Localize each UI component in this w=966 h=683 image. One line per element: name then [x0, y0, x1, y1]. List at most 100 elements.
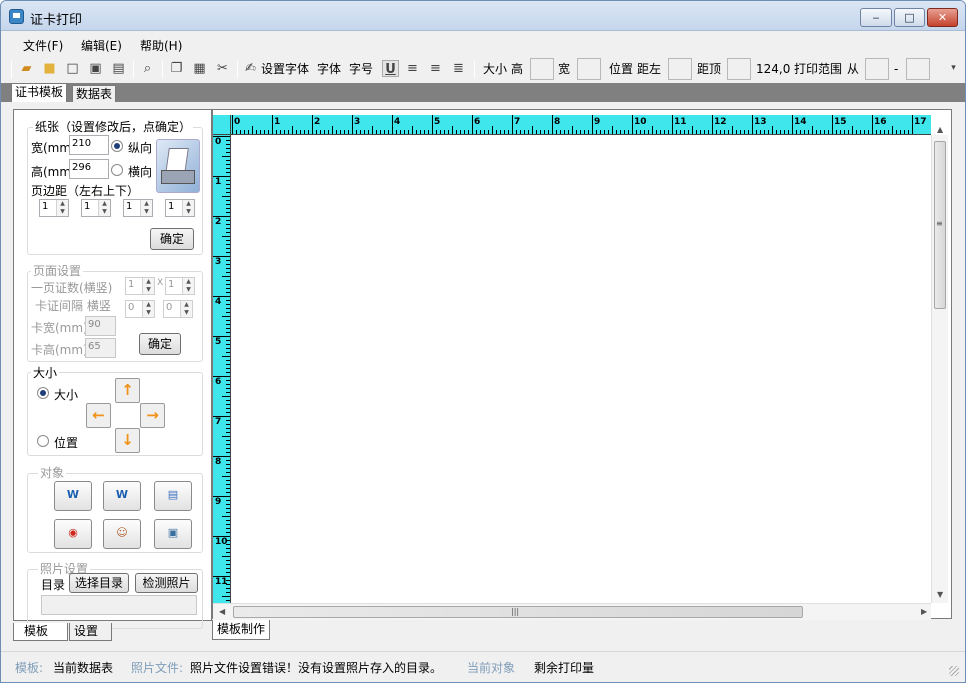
field-object-button[interactable]: W [103, 481, 141, 511]
print-to-input[interactable] [906, 58, 930, 80]
size-label: 大小 [483, 62, 508, 76]
margin-left-spinner[interactable]: 1 ▲ ▼ [39, 199, 69, 217]
paper-width-input[interactable]: 210 [69, 135, 109, 155]
card-height-input[interactable]: 65 [85, 338, 116, 358]
ruler-tick [340, 130, 341, 134]
font-button[interactable]: 字体 [317, 59, 341, 79]
ruler-tick [222, 436, 230, 437]
toolbar-overflow-icon[interactable]: ▾ [945, 60, 962, 77]
scroll-left-icon[interactable]: ◀ [219, 607, 225, 616]
spinner-arrows-icon[interactable]: ▲ ▼ [142, 278, 154, 294]
photo-object-button[interactable]: ☺ [103, 519, 141, 549]
scroll-down-icon[interactable]: ▼ [937, 590, 943, 599]
card-width-input[interactable]: 90 [85, 316, 116, 336]
width-input[interactable] [577, 58, 601, 80]
underline-button[interactable]: U [382, 60, 399, 77]
margin-right-spinner[interactable]: 1 ▲ ▼ [81, 199, 111, 217]
save-icon[interactable]: ▣ [87, 60, 104, 77]
horizontal-scrollbar[interactable]: ◀ ||| ▶ [213, 603, 931, 620]
arrow-up-button[interactable]: ↑ [115, 378, 140, 403]
page-confirm-button[interactable]: 确定 [139, 333, 181, 355]
font-setting-icon[interactable]: ✍ [242, 60, 259, 77]
status-bar: 模板: 当前数据表 照片文件: 照片文件设置错误！没有设置照片存入的目录。 当前… [1, 651, 965, 682]
left-distance-label: 距左 [637, 62, 662, 76]
spinner-arrows-icon[interactable]: ▲ ▼ [140, 200, 152, 216]
count-v-spinner[interactable]: 1 ▲ ▼ [165, 277, 195, 295]
minimize-button[interactable]: ‒ [860, 8, 892, 27]
left-distance-input[interactable] [668, 58, 692, 80]
check-photo-button[interactable]: 检测照片 [135, 573, 198, 593]
landscape-radio[interactable] [111, 164, 123, 176]
print-preview-icon[interactable]: ⌕ [139, 60, 156, 77]
ruler-tick [748, 130, 749, 134]
spinner-arrows-icon[interactable]: ▲ ▼ [98, 200, 110, 216]
ruler-tick [396, 130, 397, 134]
ruler-tick [316, 130, 317, 134]
font-setting-button[interactable]: 设置字体 [261, 59, 309, 79]
save-all-icon[interactable]: ▤ [110, 60, 127, 77]
tab-settings[interactable]: 设置 [69, 623, 112, 641]
tab-template[interactable]: 模板 [13, 623, 68, 641]
menu-edit[interactable]: 编辑(E) [81, 37, 122, 54]
cut-icon[interactable]: ✂ [214, 60, 231, 77]
spinner-arrows-icon[interactable]: ▲ ▼ [182, 278, 194, 294]
arrow-down-button[interactable]: ↓ [115, 428, 140, 453]
ruler-tick [304, 130, 305, 134]
seal-object-button[interactable]: ◉ [54, 519, 92, 549]
ruler-tick [226, 320, 230, 321]
ruler-tick [222, 476, 230, 477]
align-left-icon[interactable]: ≡ [404, 60, 421, 77]
margin-bottom-spinner[interactable]: 1 ▲ ▼ [165, 199, 195, 217]
position-radio[interactable] [37, 435, 49, 447]
menu-file[interactable]: 文件(F) [23, 37, 63, 54]
ruler-tick [226, 600, 230, 601]
tab-template-design[interactable]: 模板制作 [212, 620, 271, 640]
new-file-icon[interactable]: □ [64, 60, 81, 77]
scroll-right-icon[interactable]: ▶ [921, 607, 927, 616]
open-folder-icon[interactable]: ▰ [18, 60, 35, 77]
horizontal-ruler: 0 1 2 3 4 5 6 7 8 9 10 11 12 13 14 15 16 17 [231, 115, 931, 135]
ruler-label: 1 [215, 177, 222, 187]
book-object-button[interactable]: ▤ [154, 481, 192, 511]
top-distance-input[interactable] [727, 58, 751, 80]
spinner-arrows-icon[interactable]: ▲ ▼ [182, 200, 194, 216]
scroll-up-icon[interactable]: ▲ [937, 125, 943, 134]
image-object-button[interactable]: ▣ [154, 519, 192, 549]
paper-height-input[interactable]: 296 [69, 159, 109, 179]
spinner-arrows-icon[interactable]: ▲ ▼ [142, 301, 154, 317]
height-input[interactable] [530, 58, 554, 80]
arrow-left-button[interactable]: ← [86, 403, 111, 428]
margin-top-spinner[interactable]: 1 ▲ ▼ [123, 199, 153, 217]
maximize-button[interactable]: □ [894, 8, 925, 27]
close-button[interactable]: ✕ [927, 8, 958, 27]
ruler-tick [292, 126, 293, 134]
menu-help[interactable]: 帮助(H) [140, 37, 182, 54]
vertical-scrollbar[interactable]: ▲ ▼ ≡ [931, 125, 948, 603]
paste-icon[interactable]: ▦ [191, 60, 208, 77]
align-right-icon[interactable]: ≣ [450, 60, 467, 77]
ruler-tick [226, 280, 230, 281]
resize-grip-icon[interactable] [949, 666, 959, 676]
select-dir-button[interactable]: 选择目录 [69, 573, 129, 593]
template-canvas[interactable] [231, 135, 931, 603]
ruler-tick [708, 130, 709, 134]
size-radio[interactable] [37, 387, 49, 399]
arrow-right-button[interactable]: → [140, 403, 165, 428]
paper-confirm-button[interactable]: 确定 [150, 228, 194, 250]
font-size-button[interactable]: 字号 [349, 59, 373, 79]
spinner-arrows-icon[interactable]: ▲ ▼ [56, 200, 68, 216]
align-center-icon[interactable]: ≡ [427, 60, 444, 77]
count-h-spinner[interactable]: 1 ▲ ▼ [125, 277, 155, 295]
copy-icon[interactable]: ❐ [168, 60, 185, 77]
gap-h-spinner[interactable]: 0 ▲ ▼ [125, 300, 155, 318]
folder-icon[interactable]: ■ [41, 60, 58, 77]
tab-cert-template[interactable]: 证书模板 [11, 83, 68, 102]
portrait-radio[interactable] [111, 140, 123, 152]
tab-data-table[interactable]: 数据表 [72, 85, 117, 102]
print-from-input[interactable] [865, 58, 889, 80]
text-object-button[interactable]: W [54, 481, 92, 511]
ruler-tick [226, 332, 230, 333]
gap-v-spinner[interactable]: 0 ▲ ▼ [163, 300, 193, 318]
spinner-arrows-icon[interactable]: ▲ ▼ [180, 301, 192, 317]
size-radio-label: 大小 [54, 388, 79, 402]
